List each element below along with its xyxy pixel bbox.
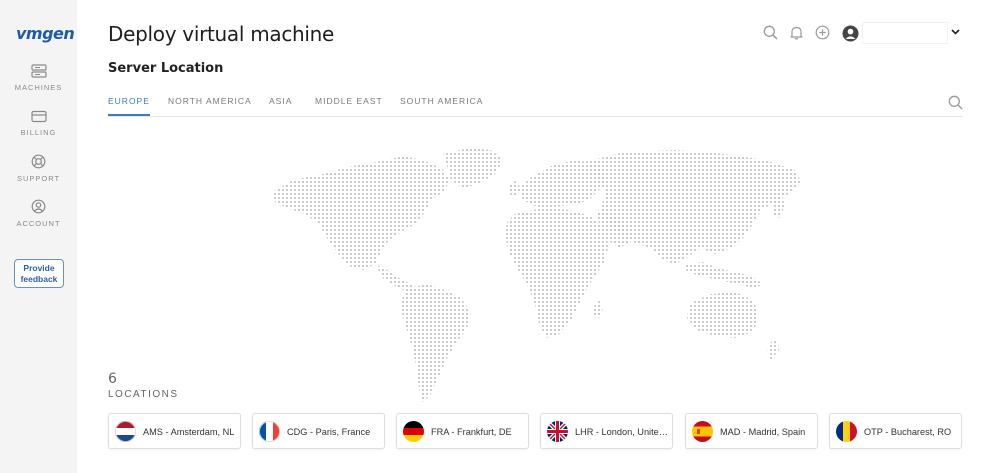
sidebar-item-label: BILLING	[20, 128, 57, 137]
locations-count: 6	[108, 371, 117, 387]
tab-north-america[interactable]: NORTH AMERICA	[168, 96, 252, 116]
locations-label: LOCATIONS	[108, 389, 179, 400]
location-card-fra[interactable]: FRA - Frankfurt, DE	[396, 413, 529, 449]
sidebar-item-machines[interactable]: MACHINES	[0, 64, 77, 92]
user-avatar[interactable]	[842, 25, 859, 42]
provide-feedback-button[interactable]: Provide feedback	[14, 259, 64, 288]
location-card-lhr[interactable]: LHR - London, United Kingdom	[540, 413, 673, 449]
ro-flag-icon	[836, 421, 857, 442]
location-card-otp[interactable]: OTP - Bucharest, RO	[829, 413, 962, 449]
tab-europe[interactable]: EUROPE	[108, 96, 150, 116]
fr-flag-icon	[259, 421, 280, 442]
search-icon[interactable]	[948, 95, 963, 110]
tab-label: NORTH AMERICA	[168, 96, 252, 106]
user-circle-icon	[31, 199, 46, 214]
location-label: OTP - Bucharest, RO	[864, 427, 952, 437]
feedback-label-line2: feedback	[20, 274, 58, 284]
sidebar-item-label: ACCOUNT	[16, 219, 61, 228]
sidebar: vmgen MACHINES BILLING SUPPORT ACCOUNT P…	[0, 0, 78, 473]
sidebar-item-label: MACHINES	[14, 83, 63, 92]
chevron-down-icon[interactable]	[951, 29, 960, 35]
lifebuoy-icon	[31, 154, 46, 169]
user-name[interactable]	[862, 22, 948, 44]
sidebar-item-label: SUPPORT	[16, 174, 61, 183]
tab-label: MIDDLE EAST	[315, 96, 383, 106]
feedback-label-line1: Provide	[23, 263, 55, 273]
tab-south-america[interactable]: SOUTH AMERICA	[400, 96, 483, 116]
server-icon	[30, 64, 47, 78]
section-title: Server Location	[108, 61, 224, 76]
location-label: MAD - Madrid, Spain	[720, 427, 806, 437]
sidebar-item-billing[interactable]: BILLING	[0, 110, 77, 137]
bell-icon[interactable]	[789, 25, 804, 40]
search-icon[interactable]	[763, 25, 778, 40]
tab-label: ASIA	[269, 96, 293, 106]
tab-label: EUROPE	[108, 96, 150, 106]
location-card-cdg[interactable]: CDG - Paris, France	[252, 413, 385, 449]
sidebar-item-account[interactable]: ACCOUNT	[0, 199, 77, 228]
tabs-divider	[108, 116, 963, 117]
location-label: AMS - Amsterdam, NL	[143, 427, 235, 437]
tab-asia[interactable]: ASIA	[269, 96, 292, 116]
tab-middle-east[interactable]: MIDDLE EAST	[315, 96, 383, 116]
credit-card-icon	[30, 110, 47, 123]
location-label: LHR - London, United Kingdom	[575, 427, 670, 437]
plus-circle-icon[interactable]	[815, 25, 830, 40]
nl-flag-icon	[115, 421, 136, 442]
main-content: Deploy virtual machine Server Location E…	[77, 0, 1000, 473]
vmgen-logo[interactable]: vmgen	[16, 24, 75, 43]
location-label: CDG - Paris, France	[287, 427, 371, 437]
world-map	[273, 148, 801, 402]
location-label: FRA - Frankfurt, DE	[431, 427, 512, 437]
location-card-mad[interactable]: MAD - Madrid, Spain	[685, 413, 818, 449]
de-flag-icon	[403, 421, 424, 442]
page-title: Deploy virtual machine	[108, 22, 335, 46]
location-card-ams[interactable]: AMS - Amsterdam, NL	[108, 413, 241, 449]
sidebar-item-support[interactable]: SUPPORT	[0, 154, 77, 183]
es-flag-icon	[692, 421, 713, 442]
tab-label: SOUTH AMERICA	[400, 96, 484, 106]
gb-flag-icon	[547, 421, 568, 442]
